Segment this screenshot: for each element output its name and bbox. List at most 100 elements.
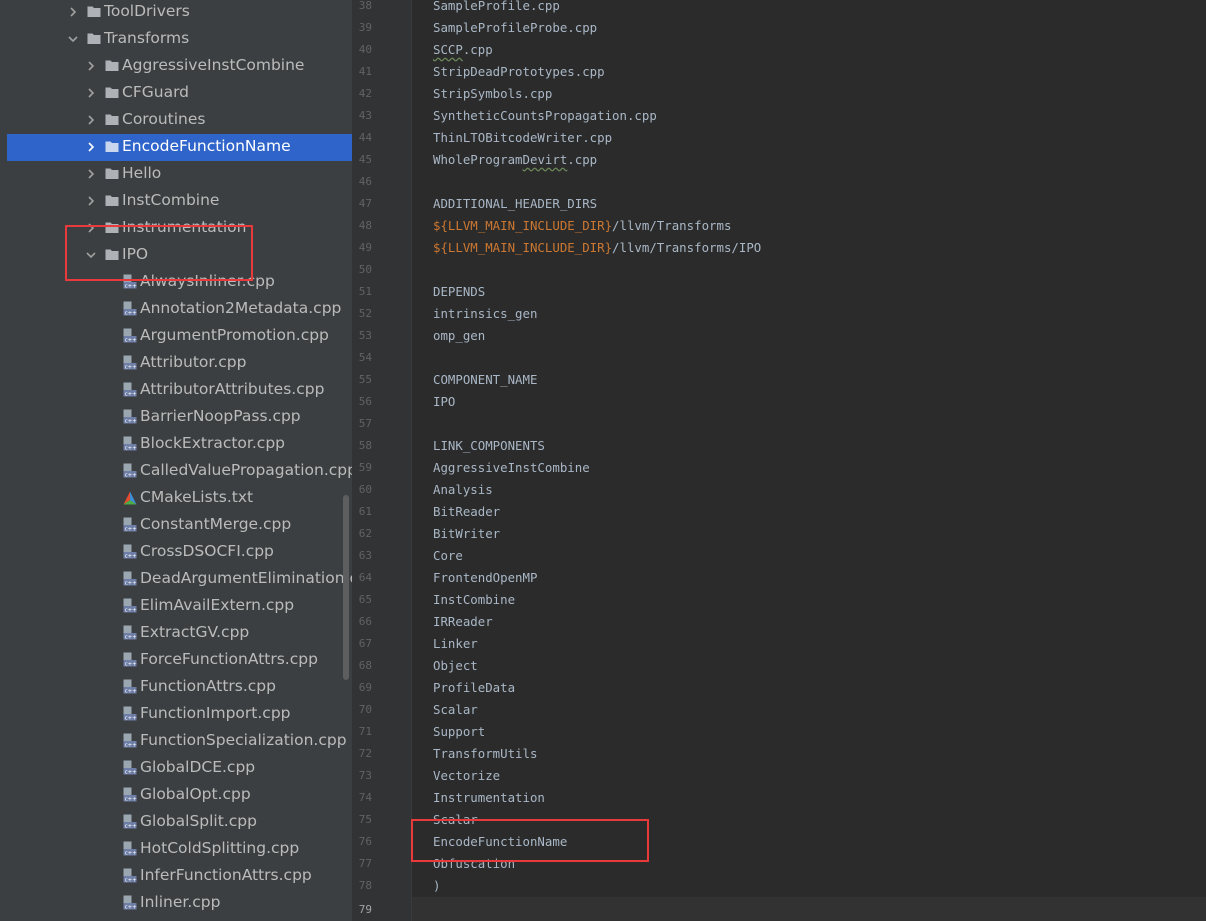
cpp-file-icon: c++ [123, 787, 137, 802]
tree-item-instcombine[interactable]: InstCombine [0, 188, 352, 215]
tree-item-functionattrs-cpp[interactable]: c++ FunctionAttrs.cpp [0, 674, 352, 701]
code-line[interactable]: WholeProgramDevirt.cpp [433, 149, 597, 171]
tree-item-annotation2metadata-cpp[interactable]: c++ Annotation2Metadata.cpp [0, 296, 352, 323]
tree-item-calledvaluepropagation-cpp[interactable]: c++ CalledValuePropagation.cpp [0, 458, 352, 485]
code-line[interactable]: Analysis [433, 479, 493, 501]
tree-item-inferfunctionattrs-cpp[interactable]: c++ InferFunctionAttrs.cpp [0, 863, 352, 890]
tree-item-encodefunctionname[interactable]: EncodeFunctionName [7, 134, 352, 161]
code-line[interactable]: ADDITIONAL_HEADER_DIRS [433, 193, 597, 215]
chevron-down-icon[interactable] [66, 32, 80, 46]
tree-item-constantmerge-cpp[interactable]: c++ ConstantMerge.cpp [0, 512, 352, 539]
svg-text:c++: c++ [125, 446, 137, 451]
chevron-right-icon[interactable] [84, 59, 98, 73]
tree-item-label: FunctionSpecialization.cpp [140, 731, 347, 749]
code-line[interactable]: IRReader [433, 611, 493, 633]
tree-item-tooldrivers[interactable]: ToolDrivers [0, 0, 352, 26]
tree-item-label: ConstantMerge.cpp [140, 515, 292, 533]
tree-item-label: Annotation2Metadata.cpp [140, 299, 342, 317]
code-line[interactable]: Support [433, 721, 485, 743]
tree-item-coroutines[interactable]: Coroutines [0, 107, 352, 134]
line-number: 60 [358, 483, 372, 496]
code-line[interactable]: SampleProfileProbe.cpp [433, 17, 597, 39]
code-line[interactable]: StripDeadPrototypes.cpp [433, 61, 605, 83]
line-number: 45 [358, 153, 372, 166]
code-line[interactable]: SCCP.cpp [433, 39, 493, 61]
tree-item-functionspecialization-cpp[interactable]: c++ FunctionSpecialization.cpp [0, 728, 352, 755]
code-line[interactable]: ${LLVM_MAIN_INCLUDE_DIR}/llvm/Transforms… [433, 237, 761, 259]
tree-item-functionimport-cpp[interactable]: c++ FunctionImport.cpp [0, 701, 352, 728]
code-line[interactable]: intrinsics_gen [433, 303, 537, 325]
code-line[interactable]: ) [433, 875, 440, 897]
svg-text:c++: c++ [125, 284, 137, 289]
code-line[interactable]: Instrumentation [433, 787, 545, 809]
code-line[interactable]: Object [433, 655, 478, 677]
tree-item-blockextractor-cpp[interactable]: c++ BlockExtractor.cpp [0, 431, 352, 458]
tree-item-attributorattributes-cpp[interactable]: c++ AttributorAttributes.cpp [0, 377, 352, 404]
code-line[interactable]: LINK_COMPONENTS [433, 435, 545, 457]
tree-item-attributor-cpp[interactable]: c++ Attributor.cpp [0, 350, 352, 377]
code-line[interactable]: SyntheticCountsPropagation.cpp [433, 105, 657, 127]
tree-item-aggressiveinstcombine[interactable]: AggressiveInstCombine [0, 53, 352, 80]
tree-item-forcefunctionattrs-cpp[interactable]: c++ ForceFunctionAttrs.cpp [0, 647, 352, 674]
code-line[interactable]: ProfileData [433, 677, 515, 699]
code-line[interactable]: FrontendOpenMP [433, 567, 537, 589]
code-editor[interactable]: 38 39 40 41 42 43 44 45 46 47 48 49 50 51 52 53 54 55 56 57… [352, 0, 1206, 921]
tree-item-hotcoldsplitting-cpp[interactable]: c++ HotColdSplitting.cpp [0, 836, 352, 863]
tree-item-argumentpromotion-cpp[interactable]: c++ ArgumentPromotion.cpp [0, 323, 352, 350]
tree-item-label: GlobalSplit.cpp [140, 812, 257, 830]
tree-item-elimavailextern-cpp[interactable]: c++ ElimAvailExtern.cpp [0, 593, 352, 620]
chevron-right-icon[interactable] [84, 167, 98, 181]
tree-item-globalsplit-cpp[interactable]: c++ GlobalSplit.cpp [0, 809, 352, 836]
chevron-right-icon[interactable] [84, 194, 98, 208]
tree-item-extractgv-cpp[interactable]: c++ ExtractGV.cpp [0, 620, 352, 647]
code-line[interactable]: Core [433, 545, 463, 567]
code-line[interactable]: DEPENDS [433, 281, 485, 303]
tree-item-label: AttributorAttributes.cpp [140, 380, 325, 398]
code-line[interactable]: AggressiveInstCombine [433, 457, 590, 479]
code-line[interactable]: Linker [433, 633, 478, 655]
tree-item-barriernooppass-cpp[interactable]: c++ BarrierNoopPass.cpp [0, 404, 352, 431]
line-number: 72 [358, 747, 372, 760]
tree-item-globaldce-cpp[interactable]: c++ GlobalDCE.cpp [0, 755, 352, 782]
tree-scrollbar[interactable] [343, 495, 349, 680]
chevron-right-icon[interactable] [84, 140, 98, 154]
folder-icon [105, 167, 119, 180]
svg-text:c++: c++ [125, 689, 137, 694]
code-line[interactable]: BitWriter [433, 523, 500, 545]
code-line[interactable]: SampleProfile.cpp [433, 0, 560, 17]
svg-text:c++: c++ [125, 878, 137, 883]
code-line[interactable]: Scalar [433, 699, 478, 721]
chevron-right-icon[interactable] [66, 5, 80, 19]
tree-item-cmakelists-txt[interactable]: CMakeLists.txt [0, 485, 352, 512]
code-line[interactable]: StripSymbols.cpp [433, 83, 552, 105]
tree-item-deadargumentelimination-cpp[interactable]: c++DeadArgumentElimination.cpp [0, 566, 352, 593]
current-line-highlight [412, 897, 1206, 921]
code-line[interactable]: ThinLTOBitcodeWriter.cpp [433, 127, 612, 149]
line-number: 42 [358, 87, 372, 100]
folder-icon [87, 5, 101, 18]
tree-item-label: FunctionAttrs.cpp [140, 677, 276, 695]
chevron-right-icon[interactable] [84, 86, 98, 100]
tree-item-transforms[interactable]: Transforms [0, 26, 352, 53]
code-line[interactable]: Vectorize [433, 765, 500, 787]
chevron-right-icon[interactable] [84, 113, 98, 127]
svg-text:c++: c++ [125, 365, 137, 370]
code-line[interactable]: IPO [433, 391, 455, 413]
cpp-file-icon: c++ [123, 517, 137, 532]
line-number: 73 [358, 769, 372, 782]
code-line[interactable]: omp_gen [433, 325, 485, 347]
code-line[interactable]: ${LLVM_MAIN_INCLUDE_DIR}/llvm/Transforms [433, 215, 731, 237]
tree-item-label: FunctionImport.cpp [140, 704, 291, 722]
spelling-warning-token: SCCP [433, 42, 463, 57]
tree-item-globalopt-cpp[interactable]: c++ GlobalOpt.cpp [0, 782, 352, 809]
line-number: 53 [358, 329, 372, 342]
code-line[interactable]: COMPONENT_NAME [433, 369, 537, 391]
tree-item-crossdsocfi-cpp[interactable]: c++ CrossDSOCFI.cpp [0, 539, 352, 566]
tree-item-inliner-cpp[interactable]: c++ Inliner.cpp [0, 890, 352, 917]
code-line[interactable]: BitReader [433, 501, 500, 523]
code-line[interactable]: TransformUtils [433, 743, 537, 765]
tree-item-cfguard[interactable]: CFGuard [0, 80, 352, 107]
tree-item-hello[interactable]: Hello [0, 161, 352, 188]
code-line[interactable]: InstCombine [433, 589, 515, 611]
line-number: 77 [358, 857, 372, 870]
